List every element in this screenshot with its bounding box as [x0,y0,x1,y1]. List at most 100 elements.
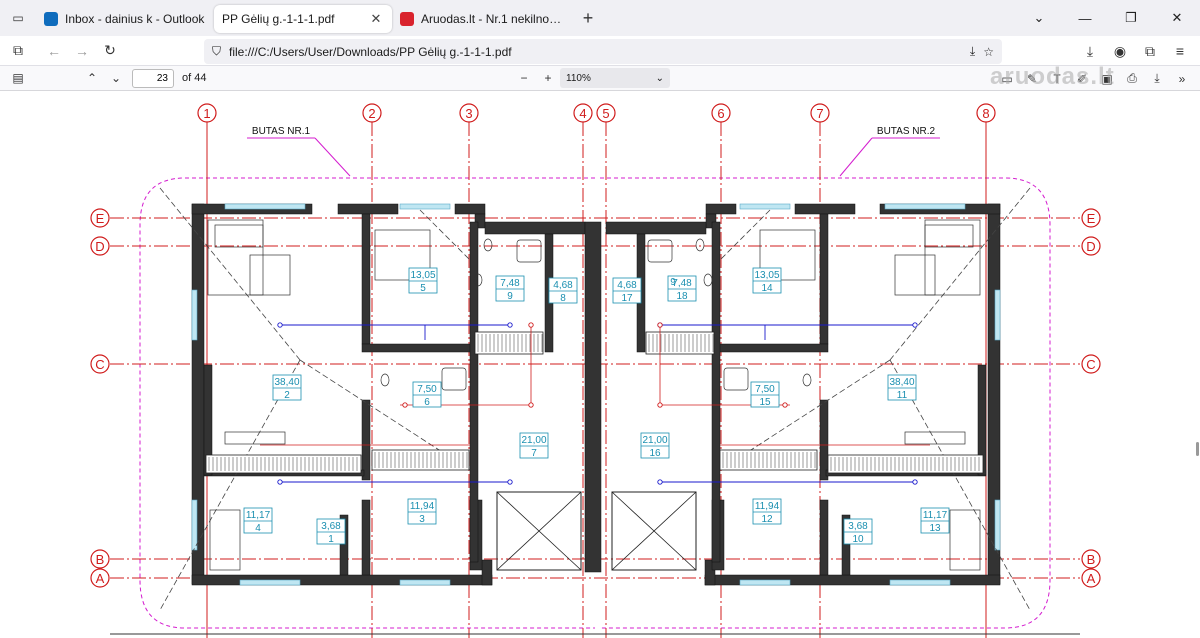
window [739,203,791,210]
room-extra-label: 9 [670,277,676,288]
interior-wall [361,499,371,576]
wiring-point [507,322,513,328]
window [884,203,966,210]
room-number-label: 4 [255,523,261,534]
room-number-label: 8 [560,293,566,304]
comment-icon[interactable]: ▭ [995,68,1019,90]
room-area-label: 21,00 [642,435,667,446]
interior-wall [361,343,473,353]
window [239,579,301,586]
service-point [657,322,663,328]
room-area-label: 38,40 [274,377,299,388]
draw-icon[interactable]: ✐ [1070,68,1094,90]
downloads-icon[interactable]: ⤓ [1076,37,1104,65]
wiring-point [912,479,918,485]
room-number-label: 3 [419,514,425,525]
exterior-wall [481,559,493,586]
grid-label-3: 3 [465,106,472,121]
scrollbar-thumb[interactable] [1196,442,1199,456]
print-icon[interactable]: ⎙ [1120,68,1144,90]
menu-icon[interactable]: ≡ [1166,37,1194,65]
room-number-label: 18 [676,291,688,302]
unit-leader-line [839,137,873,177]
room-number-label: 5 [420,283,426,294]
next-page-icon[interactable]: ⌄ [104,67,128,89]
reload-button[interactable]: ↻ [96,37,124,65]
more-tools-icon[interactable]: » [1170,68,1194,90]
toolbar-right: ⤓ ◉ ⧉ ≡ [1076,36,1200,66]
interior-wall [717,343,829,353]
interior-wall [711,221,721,563]
extensions-icon[interactable]: ⧉ [1136,37,1164,65]
zoom-out-icon[interactable]: − [512,67,536,89]
back-button[interactable]: ← [40,37,68,65]
zoom-value: 110% [566,72,591,84]
text-tool-icon[interactable]: T [1045,68,1069,90]
bookmark-star-icon[interactable]: ☆ [983,45,994,59]
save-page-icon[interactable]: ⤓ [970,44,975,59]
furniture [894,254,936,296]
zoom-in-icon[interactable]: + [536,67,560,89]
exterior-wall [337,203,399,215]
room-number-label: 13 [929,523,941,534]
close-tab-icon[interactable]: ✕ [368,11,384,27]
new-tab-button[interactable]: + [574,8,602,29]
toilet [695,238,705,252]
unit-leader-line [314,137,351,177]
navigation-toolbar: ⧉ ← → ↻ ⛉ file:///C:/Users/User/Download… [0,36,1200,66]
unit-label: BUTAS NR.1 [252,126,311,137]
room-number-label: 15 [759,397,771,408]
image-icon[interactable]: ▣ [1095,68,1119,90]
grid-label-8: 8 [982,106,989,121]
window [191,499,198,551]
zoom-select[interactable]: 110% ⌄ [560,68,670,88]
grid-label-6: 6 [717,106,724,121]
tab-aruodas[interactable]: Aruodas.lt - Nr.1 nekilnojamo tu [392,5,570,33]
wiring-point [657,479,663,485]
wardrobe [719,449,818,471]
sidebar-toggle-icon[interactable]: ⧉ [4,37,32,65]
shower-tray [723,367,749,391]
pdf-viewer[interactable]: 1 2 3 4 5 6 7 8 E E D D C C B B A A BUTAS NR.1 BUTAS NR.2 13… [0,92,1200,638]
furniture [214,224,264,248]
restore-button[interactable]: ❐ [1108,0,1154,36]
save-pdf-icon[interactable]: ⤓ [1145,68,1169,90]
page-number-input[interactable] [132,68,174,88]
wardrobe [371,449,470,471]
previous-page-icon[interactable]: ⌃ [80,67,104,89]
room-area-label: 13,05 [754,270,779,281]
close-window-button[interactable]: ✕ [1154,0,1200,36]
window [889,579,951,586]
highlight-icon[interactable]: ✎ [1020,68,1044,90]
sidebar-panel-icon[interactable]: ▤ [6,67,30,89]
room-area-label: 11,94 [755,501,780,512]
forward-button[interactable]: → [68,37,96,65]
pdf-tools: ▭ ✎ T ✐ ▣ ⎙ ⤓ » [995,66,1200,91]
tab-pdf[interactable]: PP Gėlių g.-1-1-1.pdf ✕ [214,5,392,33]
service-point [657,402,663,408]
room-number-label: 6 [424,397,430,408]
window [994,289,1001,341]
toilet [483,238,493,252]
tab-title: Aruodas.lt - Nr.1 nekilnojamo tu [421,12,562,26]
grid-label-B: B [1087,552,1096,567]
wiring-point [277,322,283,328]
grid-label-A: A [96,571,105,586]
room-area-label: 4,68 [617,280,637,291]
account-icon[interactable]: ◉ [1106,37,1134,65]
minimize-button[interactable]: — [1062,0,1108,36]
tab-outlook[interactable]: Inbox - dainius k - Outlook [36,5,214,33]
chevron-down-icon: ⌄ [655,72,664,84]
address-bar[interactable]: ⛉ file:///C:/Users/User/Downloads/PP Gėl… [204,39,1002,64]
tab-list-icon[interactable]: ▭ [0,0,36,36]
toilet [703,273,713,287]
floor-plan-drawing: 1 2 3 4 5 6 7 8E ED DC CB BA ABUTAS NR.1 BUTAS NR.213… [90,103,1101,638]
grid-label-5: 5 [602,106,609,121]
room-area-label: 13,05 [410,270,435,281]
shield-icon[interactable]: ⛉ [212,44,221,59]
list-all-tabs-chevron-icon[interactable]: ⌄ [1016,0,1062,36]
shower-tray [516,239,542,263]
wiring-point [507,479,513,485]
wiring-point [912,322,918,328]
grid-label-D: D [1086,239,1095,254]
